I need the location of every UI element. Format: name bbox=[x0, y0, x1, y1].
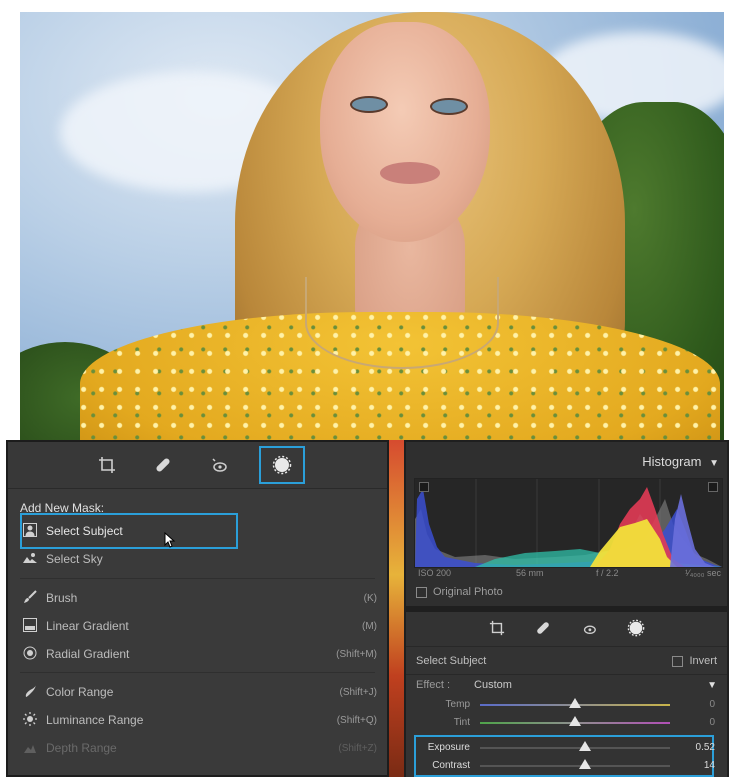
slider-temp[interactable]: Temp 0 bbox=[406, 696, 727, 714]
divider bbox=[20, 578, 375, 579]
slider-thumb[interactable] bbox=[578, 741, 591, 751]
aperture-readout: f / 2.2 bbox=[596, 568, 619, 578]
shortcut-label: (Shift+J) bbox=[339, 686, 377, 698]
linear-gradient-icon bbox=[22, 617, 38, 635]
focal-length-readout: 56 mm bbox=[516, 568, 544, 578]
shadow-clipping-toggle[interactable] bbox=[419, 482, 429, 492]
mask-name: Select Subject bbox=[416, 655, 487, 667]
mask-option-linear-gradient[interactable]: Linear Gradient (M) bbox=[22, 615, 377, 637]
histogram-title: Histogram bbox=[642, 454, 702, 469]
mask-option-luminance-range[interactable]: Luminance Range (Shift+Q) bbox=[22, 709, 377, 731]
sky-icon bbox=[22, 552, 38, 567]
slider-label: Contrast bbox=[432, 760, 470, 771]
slider-tint[interactable]: Tint 0 bbox=[406, 714, 727, 732]
highlight-box bbox=[20, 513, 238, 549]
masking-icon[interactable] bbox=[627, 619, 645, 640]
slider-exposure[interactable]: Exposure 0.52 bbox=[406, 739, 727, 757]
crop-icon[interactable] bbox=[489, 620, 505, 639]
mask-option-depth-range: Depth Range (Shift+Z) bbox=[22, 737, 377, 759]
slider-thumb[interactable] bbox=[569, 698, 581, 708]
highlight-clipping-toggle[interactable] bbox=[708, 482, 718, 492]
histogram-chart bbox=[415, 479, 722, 567]
slider-value[interactable]: 0 bbox=[709, 699, 715, 710]
masking-icon[interactable] bbox=[258, 446, 305, 484]
mask-option-label: Linear Gradient bbox=[46, 619, 129, 633]
mask-option-radial-gradient[interactable]: Radial Gradient (Shift+M) bbox=[22, 643, 377, 665]
slider-label: Exposure bbox=[427, 742, 470, 753]
slider-value[interactable]: 0.52 bbox=[696, 742, 715, 753]
shortcut-label: (Shift+Z) bbox=[338, 742, 377, 754]
necklace bbox=[305, 277, 499, 369]
crop-icon[interactable] bbox=[91, 449, 123, 481]
lips bbox=[380, 162, 440, 184]
mask-option-label: Depth Range bbox=[46, 741, 117, 755]
luminance-range-icon bbox=[22, 711, 38, 729]
original-photo-toggle[interactable]: Original Photo bbox=[416, 586, 503, 598]
healing-icon[interactable] bbox=[147, 449, 179, 481]
right-eye bbox=[430, 98, 468, 115]
divider bbox=[20, 672, 375, 673]
invert-checkbox[interactable] bbox=[672, 655, 684, 667]
mask-option-label: Color Range bbox=[46, 685, 114, 699]
shutter-readout: ¹⁄₄₀₀₀ sec bbox=[685, 568, 721, 578]
effect-preset-dropdown[interactable]: Custom bbox=[474, 679, 512, 691]
effect-row: Effect : Custom ▼ bbox=[406, 675, 727, 695]
portrait-photo bbox=[20, 12, 724, 440]
collapse-triangle-icon[interactable]: ▼ bbox=[707, 680, 717, 691]
mouse-pointer-icon bbox=[164, 532, 176, 548]
histogram-blue-highlights bbox=[670, 494, 715, 567]
slider-thumb[interactable] bbox=[578, 759, 591, 769]
slider-value[interactable]: 14 bbox=[704, 760, 715, 771]
left-eye bbox=[350, 96, 388, 113]
collapse-triangle-icon: ▼ bbox=[709, 458, 719, 469]
slider-label: Temp bbox=[445, 699, 470, 710]
effect-label: Effect : bbox=[416, 679, 451, 691]
tool-strip bbox=[406, 612, 727, 647]
mask-settings-panel: Select Subject Invert Effect : Custom ▼ … bbox=[406, 612, 727, 777]
slider-track[interactable] bbox=[480, 765, 670, 767]
slider-contrast[interactable]: Contrast 14 bbox=[406, 757, 727, 775]
mask-option-label: Luminance Range bbox=[46, 713, 144, 727]
invert-label: Invert bbox=[689, 655, 717, 667]
brush-icon bbox=[22, 589, 38, 607]
mask-option-label: Select Sky bbox=[46, 552, 103, 566]
red-eye-icon[interactable] bbox=[203, 449, 235, 481]
histogram-graph bbox=[414, 478, 723, 568]
color-range-icon bbox=[22, 684, 38, 701]
red-eye-icon[interactable] bbox=[581, 620, 597, 639]
healing-icon[interactable] bbox=[535, 620, 551, 639]
mask-option-label: Brush bbox=[46, 591, 78, 605]
photo-edge-strip bbox=[389, 440, 404, 777]
add-mask-panel: Add New Mask: Select Subject Select Sky … bbox=[6, 440, 389, 777]
mask-option-label: Radial Gradient bbox=[46, 647, 130, 661]
invert-toggle[interactable]: Invert bbox=[672, 655, 717, 667]
develop-right-panel: Histogram ▼ ISO 200 56 mm f / 2.2 ¹⁄₄₀₀₀ bbox=[404, 440, 729, 777]
tool-strip bbox=[8, 442, 387, 489]
shortcut-label: (Shift+Q) bbox=[336, 714, 377, 726]
histogram-panel: Histogram ▼ ISO 200 56 mm f / 2.2 ¹⁄₄₀₀₀ bbox=[406, 442, 727, 606]
depth-range-icon bbox=[22, 740, 38, 757]
mask-option-select-sky[interactable]: Select Sky bbox=[22, 548, 377, 570]
slider-track[interactable] bbox=[480, 747, 670, 749]
original-photo-label: Original Photo bbox=[433, 586, 503, 598]
slider-value[interactable]: 0 bbox=[709, 717, 715, 728]
original-photo-checkbox[interactable] bbox=[416, 586, 427, 598]
mask-name-row: Select Subject Invert bbox=[406, 648, 727, 675]
slider-thumb[interactable] bbox=[569, 716, 581, 726]
mask-option-color-range[interactable]: Color Range (Shift+J) bbox=[22, 681, 377, 703]
shortcut-label: (Shift+M) bbox=[336, 648, 377, 660]
shortcut-label: (K) bbox=[363, 592, 377, 604]
histogram-header[interactable]: Histogram ▼ bbox=[642, 454, 719, 469]
radial-gradient-icon bbox=[22, 646, 38, 663]
slider-label: Tint bbox=[453, 717, 470, 728]
shortcut-label: (M) bbox=[362, 620, 377, 632]
mask-option-brush[interactable]: Brush (K) bbox=[22, 587, 377, 609]
iso-readout: ISO 200 bbox=[418, 568, 452, 578]
face bbox=[320, 22, 490, 242]
